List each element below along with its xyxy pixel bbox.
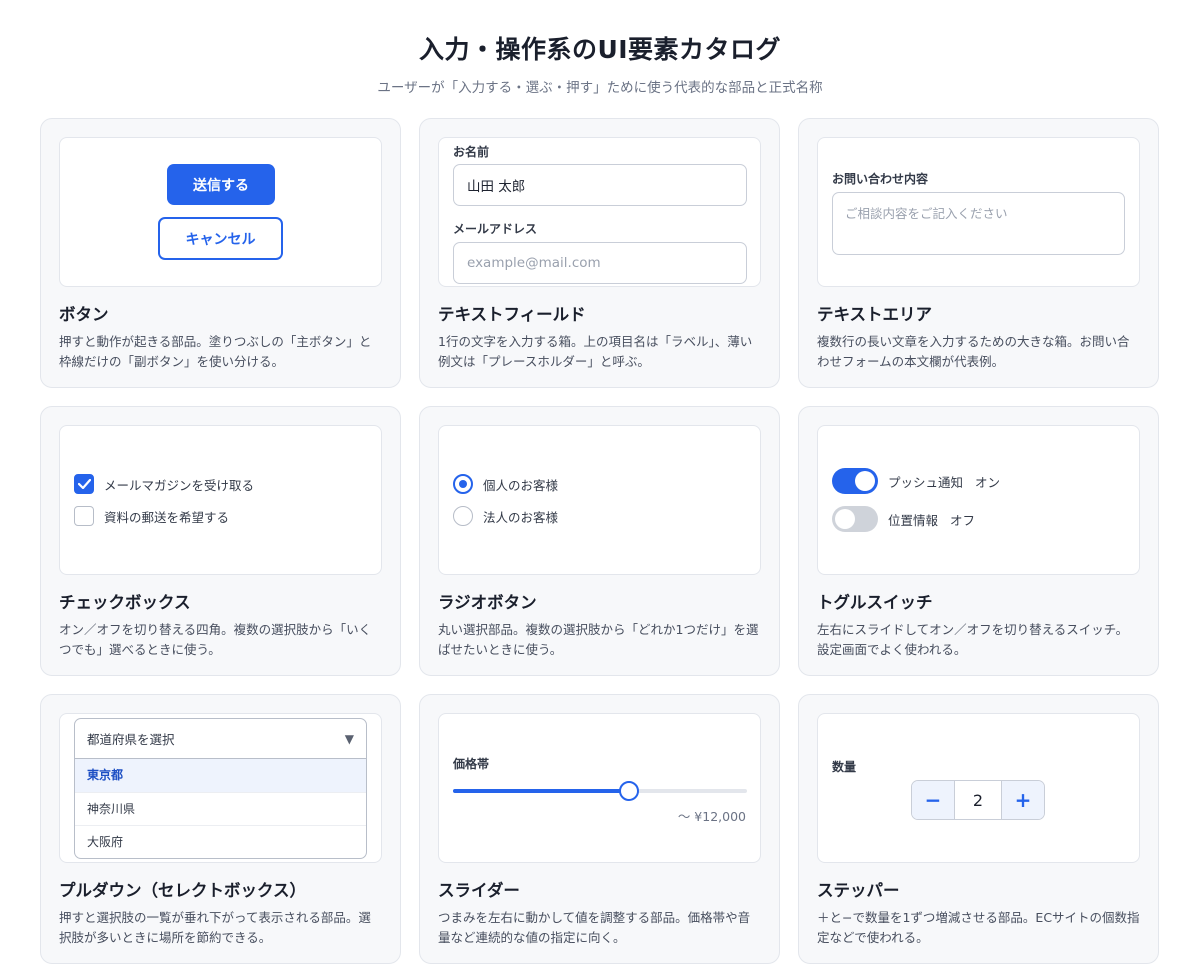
card-description: 1行の文字を入力する箱。上の項目名は「ラベル」、薄い例文は「プレースホルダー」と… <box>438 334 753 369</box>
radio-row[interactable]: 法人のお客様 <box>453 506 558 526</box>
checkbox-row[interactable]: メールマガジンを受け取る <box>74 474 254 494</box>
name-field[interactable] <box>453 164 747 206</box>
stepper-demo: 数量 − 2 + <box>817 713 1140 863</box>
catalog-grid: 送信する キャンセル ボタン 押すと動作が起きる部品。塗りつぶしの「主ボタン」と… <box>40 118 1159 964</box>
increment-button[interactable]: + <box>1002 781 1044 819</box>
select-option-tokyo[interactable]: 東京都 <box>75 759 366 792</box>
decrement-button[interactable]: − <box>912 781 954 819</box>
card-title: ラジオボタン <box>438 593 537 612</box>
card-description: つまみを左右に動かして値を調整する部品。価格帯や音量など連続的な値の指定に向く。 <box>438 910 751 945</box>
card-radio: 個人のお客様 法人のお客様 ラジオボタン 丸い選択部品。複数の選択肢から「どれか… <box>419 406 780 676</box>
radio-unselected[interactable] <box>453 506 473 526</box>
slider-fill <box>453 789 630 793</box>
checkbox-demo: メールマガジンを受け取る 資料の郵送を希望する <box>59 425 382 575</box>
checkbox-label: 資料の郵送を希望する <box>104 509 230 525</box>
select-demo: 都道府県を選択 ▼ 東京都 神奈川県 大阪府 <box>59 713 382 863</box>
select-dropdown-list: 東京都 神奈川県 大阪府 <box>74 759 367 859</box>
toggle-label: プッシュ通知 <box>888 474 964 490</box>
quantity-label: 数量 <box>832 760 857 774</box>
card-title: トグルスイッチ <box>817 593 933 612</box>
card-description: ＋と−で数量を1ずつ増減させる部品。ECサイトの個数指定などで使われる。 <box>817 910 1140 945</box>
toggle-row: プッシュ通知 オン <box>832 468 1000 494</box>
inquiry-textarea[interactable] <box>832 192 1125 255</box>
location-toggle[interactable] <box>832 506 878 532</box>
email-label: メールアドレス <box>453 222 538 236</box>
toggle-label: 位置情報 <box>888 512 939 528</box>
card-slider: 価格帯 〜 ¥12,000 スライダー つまみを左右に動かして値を調整する部品。… <box>419 694 780 964</box>
card-textarea: お問い合わせ内容 テキストエリア 複数行の長い文章を入力するための大きな箱。お問… <box>798 118 1159 388</box>
check-icon <box>77 479 91 489</box>
checkbox-unchecked[interactable] <box>74 506 94 526</box>
page-subtitle: ユーザーが「入力する・選ぶ・押す」ために使う代表的な部品と正式名称 <box>377 80 823 96</box>
checkbox-checked[interactable] <box>74 474 94 494</box>
cancel-button[interactable]: キャンセル <box>158 217 283 260</box>
textarea-demo: お問い合わせ内容 <box>817 137 1140 287</box>
card-button: 送信する キャンセル ボタン 押すと動作が起きる部品。塗りつぶしの「主ボタン」と… <box>40 118 401 388</box>
slider-track[interactable] <box>453 781 747 801</box>
select-option-osaka[interactable]: 大阪府 <box>75 825 366 858</box>
card-checkbox: メールマガジンを受け取る 資料の郵送を希望する チェックボックス オン／オフを切… <box>40 406 401 676</box>
page-header: 入力・操作系のUI要素カタログ ユーザーが「入力する・選ぶ・押す」ために使う代表… <box>0 0 1200 118</box>
card-title: チェックボックス <box>59 593 191 612</box>
radio-demo: 個人のお客様 法人のお客様 <box>438 425 761 575</box>
prefecture-select[interactable]: 都道府県を選択 ▼ <box>74 718 367 759</box>
card-description: 左右にスライドしてオン／オフを切り替えるスイッチ。設定画面でよく使われる。 <box>817 622 1129 657</box>
quantity-stepper: − 2 + <box>911 780 1045 820</box>
triangle-down-icon: ▼ <box>344 731 354 746</box>
checkbox-label: メールマガジンを受け取る <box>104 477 255 493</box>
select-option-kanagawa[interactable]: 神奈川県 <box>75 792 366 825</box>
card-title: テキストフィールド <box>438 305 586 324</box>
textfield-demo: お名前 メールアドレス <box>438 137 761 287</box>
inquiry-label: お問い合わせ内容 <box>832 172 929 186</box>
card-description: 押すと動作が起きる部品。塗りつぶしの「主ボタン」と枠線だけの「副ボタン」を使い分… <box>59 334 372 369</box>
card-description: 押すと選択肢の一覧が垂れ下がって表示される部品。選択肢が多いときに場所を節約でき… <box>59 910 371 945</box>
card-toggle: プッシュ通知 オン 位置情報 オフ トグルスイッチ 左右にスライドしてオン／オフ… <box>798 406 1159 676</box>
toggle-row: 位置情報 オフ <box>832 506 975 532</box>
radio-label: 個人のお客様 <box>483 477 559 493</box>
card-select: 都道府県を選択 ▼ 東京都 神奈川県 大阪府 プルダウン（セレクトボックス） 押… <box>40 694 401 964</box>
slider-thumb[interactable] <box>619 781 640 801</box>
card-title: ボタン <box>59 305 109 324</box>
card-title: プルダウン（セレクトボックス） <box>59 881 307 900</box>
card-description: オン／オフを切り替える四角。複数の選択肢から「いくつでも」選べるときに使う。 <box>59 622 372 657</box>
page-title: 入力・操作系のUI要素カタログ <box>418 35 782 64</box>
slider-value: 〜 ¥12,000 <box>677 809 746 824</box>
button-demo: 送信する キャンセル <box>59 137 382 287</box>
checkbox-row[interactable]: 資料の郵送を希望する <box>74 506 229 526</box>
radio-selected[interactable] <box>453 474 473 494</box>
card-title: スライダー <box>438 881 520 900</box>
toggle-demo: プッシュ通知 オン 位置情報 オフ <box>817 425 1140 575</box>
card-title: テキストエリア <box>817 305 933 324</box>
toggle-state: オフ <box>950 512 976 528</box>
radio-row[interactable]: 個人のお客様 <box>453 474 558 494</box>
card-textfield: お名前 メールアドレス テキストフィールド 1行の文字を入力する箱。上の項目名は… <box>419 118 780 388</box>
name-label: お名前 <box>453 145 490 159</box>
email-field[interactable] <box>453 242 747 284</box>
toggle-state: オン <box>975 474 1001 490</box>
submit-button[interactable]: 送信する <box>167 164 275 205</box>
slider-demo: 価格帯 〜 ¥12,000 <box>438 713 761 863</box>
radio-label: 法人のお客様 <box>483 509 559 525</box>
quantity-value[interactable]: 2 <box>954 781 1002 819</box>
price-range-label: 価格帯 <box>453 757 490 771</box>
select-placeholder: 都道府県を選択 <box>87 732 175 747</box>
card-title: ステッパー <box>817 881 900 900</box>
card-stepper: 数量 − 2 + ステッパー ＋と−で数量を1ずつ増減させる部品。ECサイトの個… <box>798 694 1159 964</box>
card-description: 丸い選択部品。複数の選択肢から「どれか1つだけ」を選ばせたいときに使う。 <box>438 622 759 657</box>
push-notification-toggle[interactable] <box>832 468 878 494</box>
card-description: 複数行の長い文章を入力するための大きな箱。お問い合わせフォームの本文欄が代表例。 <box>817 334 1130 369</box>
